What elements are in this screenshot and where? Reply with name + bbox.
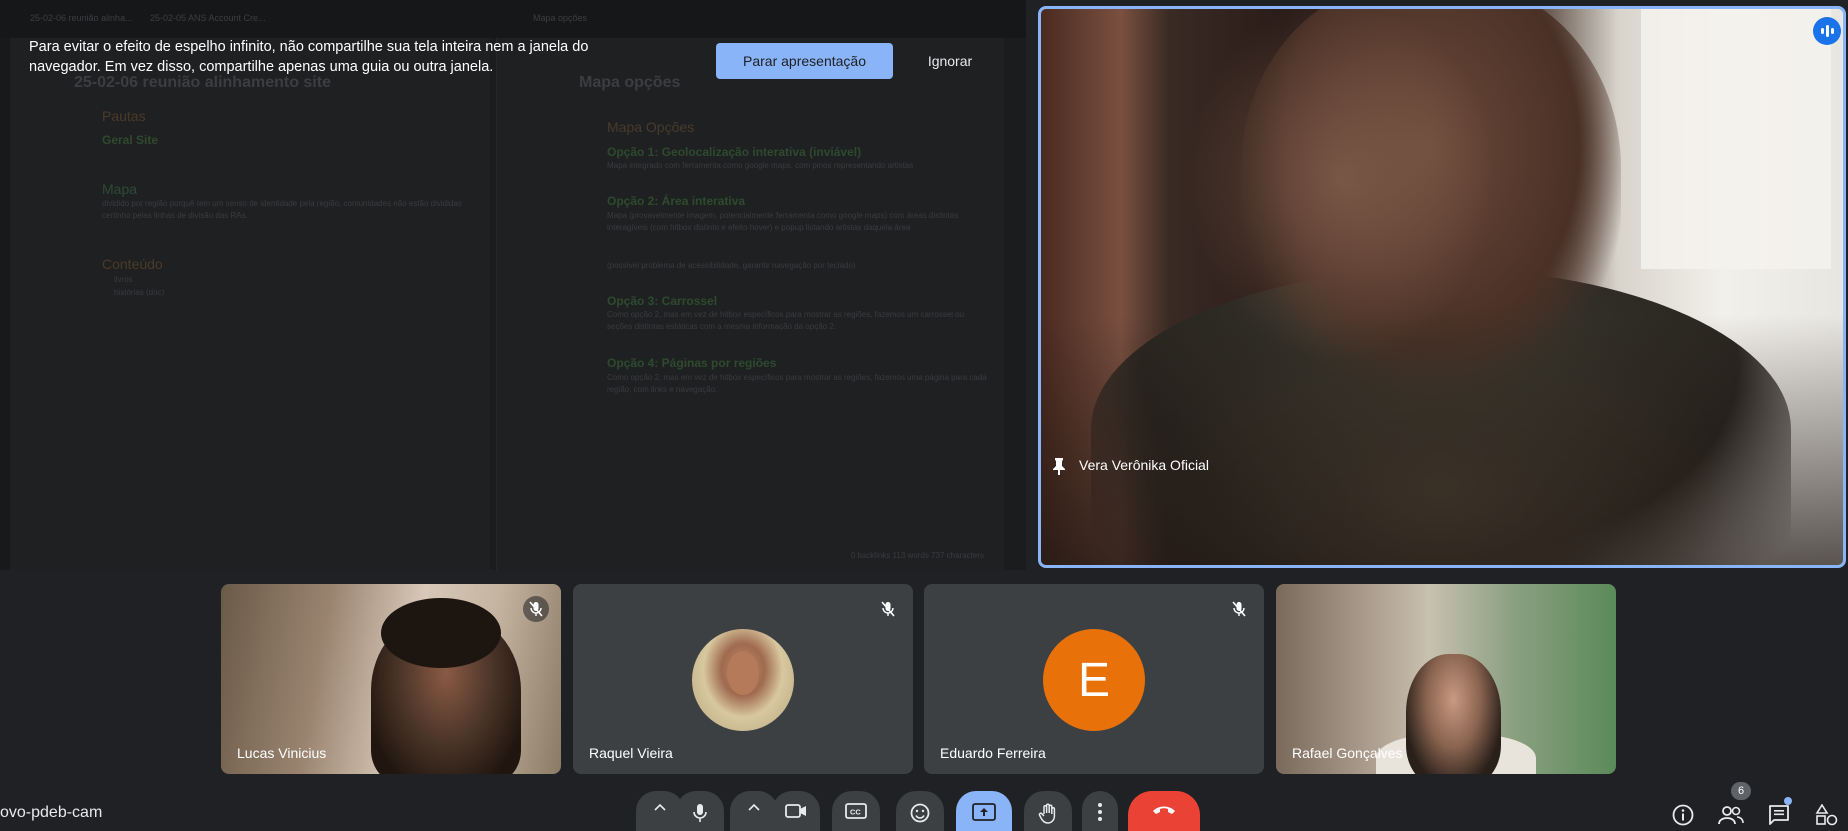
note-subheading: Geral Site	[102, 133, 159, 147]
chevron-up-icon	[654, 803, 666, 811]
note-heading: Mapa Opções	[607, 119, 695, 135]
stop-presenting-button[interactable]: Parar apresentação	[716, 43, 893, 79]
reactions-button[interactable]	[896, 791, 944, 831]
video-person	[1406, 654, 1501, 774]
end-call-button[interactable]	[1128, 791, 1200, 831]
meeting-details-button[interactable]	[1670, 802, 1696, 828]
chevron-up-icon	[748, 803, 760, 811]
shared-tab-bar: 25-02-06 reunião alinha... 25-02-05 ANS …	[0, 0, 1026, 38]
meeting-code: ovo-pdeb-cam	[0, 804, 103, 821]
participant-name: Lucas Vinicius	[237, 745, 327, 761]
captions-button[interactable]: CC	[832, 791, 880, 831]
emoji-icon	[910, 803, 930, 823]
option-note: (possível problema de acessibilidade, ga…	[607, 261, 856, 270]
mic-off-icon	[1226, 596, 1252, 622]
shared-tab: Mapa opções	[533, 13, 588, 23]
phone-hangup-icon	[1153, 806, 1175, 814]
participant-name: Vera Verônika Oficial	[1079, 457, 1209, 473]
captions-icon: CC	[845, 803, 867, 819]
option-title: Opção 2: Área interativa	[607, 194, 746, 208]
avatar	[692, 629, 794, 731]
people-button[interactable]	[1718, 802, 1744, 828]
participant-tile[interactable]: Rafael Gonçalves	[1276, 584, 1616, 774]
meet-call-window: 25-02-06 reunião alinha... 25-02-05 ANS …	[0, 0, 1848, 831]
raise-hand-button[interactable]	[1024, 791, 1072, 831]
option-body: Mapa integrado com ferramenta como googl…	[607, 161, 914, 170]
activities-icon	[1815, 804, 1838, 826]
shared-note-left: 25-02-06 reunião alinhamento site Pautas…	[10, 38, 490, 570]
option-body: Mapa (provavelmente imagem, potencialmen…	[607, 211, 959, 232]
chat-button[interactable]	[1766, 802, 1792, 828]
hand-icon	[1038, 803, 1056, 824]
ignore-button[interactable]: Ignorar	[905, 43, 995, 79]
camera-icon	[785, 804, 806, 818]
more-vert-icon	[1098, 803, 1102, 821]
microphone-icon	[693, 804, 707, 822]
participant-tile[interactable]: E Eduardo Ferreira	[924, 584, 1264, 774]
present-icon	[972, 803, 996, 821]
option-body: Como opção 2, mas em vez de hitbox espec…	[607, 310, 965, 331]
mic-button[interactable]	[676, 791, 724, 831]
chat-notification-dot	[1784, 797, 1792, 805]
video-person-hair	[381, 598, 501, 668]
shared-tab: 25-02-05 ANS Account Cre...	[150, 13, 266, 23]
mic-off-icon	[523, 596, 549, 622]
note-heading: Conteúdo	[102, 256, 163, 272]
mirror-warning-message: Para evitar o efeito de espelho infinito…	[29, 39, 589, 75]
participant-name: Rafael Gonçalves	[1292, 745, 1403, 761]
note-paragraph: dividido por região porquê tem um senso …	[102, 199, 462, 220]
pin-icon[interactable]	[1051, 457, 1067, 475]
info-icon	[1672, 804, 1694, 826]
svg-text:CC: CC	[850, 808, 861, 817]
note-heading: Mapa	[102, 181, 138, 197]
option-title: Opção 3: Carrossel	[607, 294, 718, 308]
shared-screen: 25-02-06 reunião alinha... 25-02-05 ANS …	[0, 0, 1026, 570]
present-screen-button[interactable]	[956, 791, 1012, 831]
option-title: Opção 1: Geolocalização interativa (invi…	[607, 145, 862, 159]
participant-name: Raquel Vieira	[589, 745, 673, 761]
mic-off-icon	[875, 596, 901, 622]
participant-tile[interactable]: Lucas Vinicius	[221, 584, 561, 774]
option-body: Como opção 2, mas em vez de hitbox espec…	[607, 373, 987, 394]
note-heading: Pautas	[102, 108, 146, 124]
audio-level-icon	[1813, 17, 1841, 45]
chat-icon	[1769, 805, 1789, 825]
people-icon	[1718, 806, 1744, 825]
note-status-bar: 0 backlinks 113 words 737 characters	[850, 551, 984, 560]
camera-button[interactable]	[772, 791, 820, 831]
video-options-button[interactable]	[730, 791, 778, 831]
shared-tab: 25-02-06 reunião alinha...	[30, 13, 133, 23]
participant-name: Eduardo Ferreira	[940, 745, 1046, 761]
shared-gutter	[0, 38, 10, 570]
shared-note-right: Mapa opções Mapa Opções Opção 1: Geoloca…	[496, 38, 1004, 570]
more-options-button[interactable]	[1082, 791, 1118, 831]
note-list-item: histórias (doc)	[114, 288, 165, 297]
option-title: Opção 4: Páginas por regiões	[607, 356, 777, 370]
note-list-item: livros	[114, 275, 133, 284]
featured-video-tile[interactable]: Vera Verônika Oficial	[1038, 6, 1846, 568]
activities-button[interactable]	[1814, 802, 1840, 828]
avatar: E	[1043, 629, 1145, 731]
video-shading	[1041, 9, 1843, 565]
people-count-badge: 6	[1731, 782, 1751, 800]
participant-tile[interactable]: Raquel Vieira	[573, 584, 913, 774]
